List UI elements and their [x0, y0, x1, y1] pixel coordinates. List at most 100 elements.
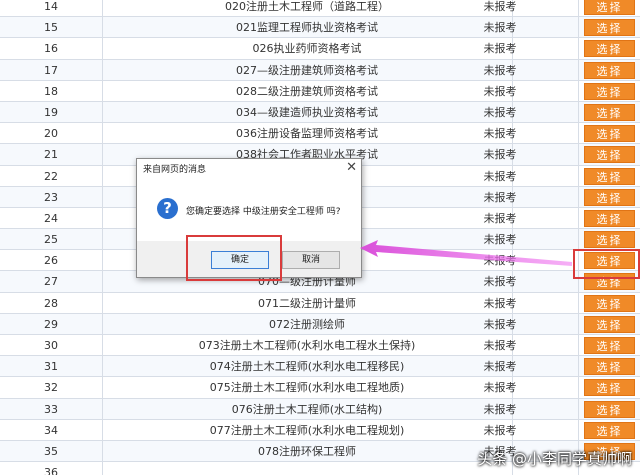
action-cell: 选择	[578, 207, 640, 229]
table-row: 28 071二级注册计量师 未报考 选择	[0, 292, 640, 314]
question-icon: ?	[157, 198, 178, 219]
status-text: 未报考	[483, 84, 517, 98]
action-cell: 选择	[578, 398, 640, 419]
select-button[interactable]: 选择	[584, 358, 635, 376]
row-number: 34	[0, 419, 103, 440]
row-number: 24	[0, 207, 103, 229]
row-number: 26	[0, 250, 103, 271]
select-button[interactable]: 选择	[584, 231, 635, 249]
row-number: 15	[0, 17, 103, 38]
action-cell: 选择	[578, 123, 640, 144]
table-row: 15 021监理工程师执业资格考试 未报考 选择	[0, 17, 640, 39]
status-text: 未报考	[483, 381, 517, 395]
status-text: 未报考	[483, 211, 517, 225]
action-cell: 选择	[578, 292, 640, 313]
row-number: 19	[0, 101, 103, 123]
row-number: 33	[0, 398, 103, 419]
select-button[interactable]: 选择	[584, 19, 635, 37]
row-number: 35	[0, 440, 103, 462]
table-row: 33 076注册土木工程师(水工结构) 未报考 选择	[0, 398, 640, 420]
status-text: 未报考	[483, 105, 517, 119]
action-cell: 选择	[578, 313, 640, 334]
row-number: 22	[0, 165, 103, 186]
action-cell: 选择	[578, 38, 640, 59]
action-cell: 选择	[578, 17, 640, 38]
table-row: 20 036注册设备监理师资格考试 未报考 选择	[0, 123, 640, 145]
table-row: 34 077注册土木工程师(水利水电工程规划) 未报考 选择	[0, 419, 640, 441]
row-number: 32	[0, 377, 103, 398]
select-button[interactable]: 选择	[584, 315, 635, 333]
status-text: 未报考	[483, 127, 517, 141]
action-cell: 选择	[578, 101, 640, 123]
row-number: 18	[0, 80, 103, 101]
row-number: 25	[0, 229, 103, 250]
status-text: 未报考	[483, 423, 517, 437]
select-button[interactable]: 选择	[584, 400, 635, 418]
table-row: 17 027—级注册建筑师资格考试 未报考 选择	[0, 59, 640, 81]
select-button[interactable]: 选择	[584, 294, 635, 312]
row-number: 29	[0, 313, 103, 334]
row-number: 21	[0, 144, 103, 165]
status-text: 未报考	[483, 63, 517, 77]
row-number: 17	[0, 59, 103, 80]
highlight-ok-box	[186, 235, 282, 281]
table-row: 19 034—级建造师执业资格考试 未报考 选择	[0, 101, 640, 124]
select-button[interactable]: 选择	[584, 188, 635, 206]
action-cell: 选择	[578, 59, 640, 80]
cancel-button[interactable]: 取消	[282, 251, 340, 269]
row-number: 23	[0, 186, 103, 207]
table-row: 29 072注册测绘师 未报考 选择	[0, 313, 640, 335]
status-text: 未报考	[483, 339, 517, 352]
select-button[interactable]: 选择	[584, 40, 635, 58]
status-text: 未报考	[483, 21, 517, 35]
table-row: 32 075注册土木工程师(水利水电工程地质) 未报考 选择	[0, 377, 640, 399]
page: 14 020注册土木工程师（道路工程） 未报考 选择 15 021监理工程师执业资格考试未…	[0, 0, 640, 475]
status-text: 未报考	[483, 317, 517, 331]
status-text: 未报考	[483, 190, 517, 204]
row-number: 36	[0, 462, 103, 475]
row-number: 20	[0, 123, 103, 144]
status-text: 未报考	[483, 42, 517, 56]
dialog-title: 来自网页的消息	[143, 165, 207, 175]
dialog-message: 您确定要选择 中级注册安全工程师 吗?	[186, 207, 341, 217]
status-text: 未报考	[483, 360, 517, 374]
status-text: 未报考	[483, 0, 517, 13]
action-cell: 选择	[578, 144, 640, 165]
status-text: 未报考	[483, 402, 517, 416]
table-row: 16 026执业药师资格考试 未报考 选择	[0, 38, 640, 60]
select-button[interactable]: 选择	[584, 61, 635, 79]
select-button[interactable]: 选择	[584, 125, 635, 143]
row-number: 14	[0, 0, 103, 17]
action-cell: 选择	[578, 80, 640, 101]
select-button[interactable]: 选择	[584, 379, 635, 397]
select-button[interactable]: 选择	[584, 421, 635, 439]
select-button[interactable]: 选择	[584, 103, 635, 121]
table-row: 14 020注册土木工程师（道路工程） 未报考 选择	[0, 0, 640, 18]
action-cell: 选择	[578, 165, 640, 186]
select-button[interactable]: 选择	[584, 337, 635, 354]
highlight-select-box	[573, 249, 640, 279]
watermark: 头条 @小李同学真帅啊	[477, 450, 632, 468]
action-cell: 选择	[578, 377, 640, 398]
table-row: 30 073注册土木工程师(水利水电工程水土保持) 未报考 选择	[0, 335, 640, 357]
table-row: 31 074注册土木工程师(水利水电工程移民) 未报考 选择	[0, 356, 640, 378]
row-number: 31	[0, 356, 103, 377]
status-text: 未报考	[483, 254, 517, 268]
table-row: 18 028二级注册建筑师资格考试 未报考 选择	[0, 80, 640, 102]
action-cell: 选择	[578, 229, 640, 250]
select-button[interactable]: 选择	[584, 209, 635, 227]
select-button[interactable]: 选择	[584, 167, 635, 185]
row-number: 30	[0, 335, 103, 356]
action-cell: 选择	[578, 0, 640, 17]
select-button[interactable]: 选择	[584, 0, 635, 15]
dialog-body: ? 您确定要选择 中级注册安全工程师 吗?	[137, 179, 361, 241]
close-icon[interactable]: ✕	[346, 160, 357, 175]
dialog-titlebar: 来自网页的消息 ✕	[137, 159, 361, 179]
select-button[interactable]: 选择	[584, 146, 635, 164]
status-text: 未报考	[483, 233, 517, 247]
row-number: 27	[0, 271, 103, 292]
status-text: 未报考	[483, 148, 517, 162]
action-cell: 选择	[578, 356, 640, 377]
action-cell: 选择	[578, 186, 640, 207]
select-button[interactable]: 选择	[584, 82, 635, 100]
